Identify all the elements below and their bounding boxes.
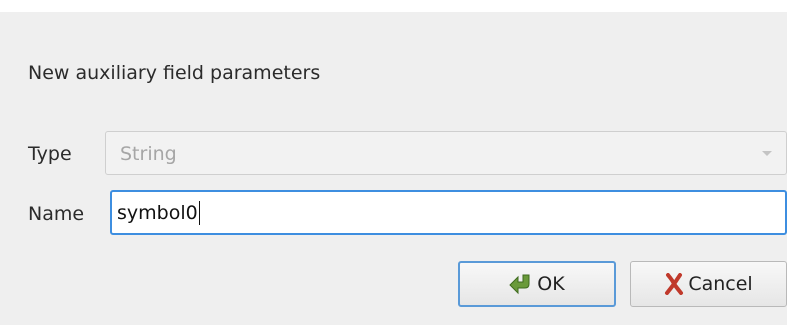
ok-button-label: OK [537, 273, 565, 295]
dialog-panel: New auxiliary field parameters Type Stri… [0, 12, 787, 325]
name-input-value: symbol0 [117, 201, 198, 224]
cancel-x-icon [664, 273, 684, 295]
ok-arrow-icon [509, 273, 533, 295]
type-select[interactable]: String [105, 131, 787, 175]
type-select-value: String [120, 143, 177, 165]
type-label: Type [28, 143, 72, 165]
cancel-button-label: Cancel [688, 273, 753, 295]
chevron-down-icon [762, 151, 772, 156]
ok-button[interactable]: OK [458, 261, 616, 307]
dialog-heading: New auxiliary field parameters [28, 62, 321, 84]
text-caret [198, 200, 200, 225]
name-input[interactable]: symbol0 [110, 190, 787, 235]
cancel-button[interactable]: Cancel [630, 261, 787, 307]
name-label: Name [28, 203, 85, 225]
